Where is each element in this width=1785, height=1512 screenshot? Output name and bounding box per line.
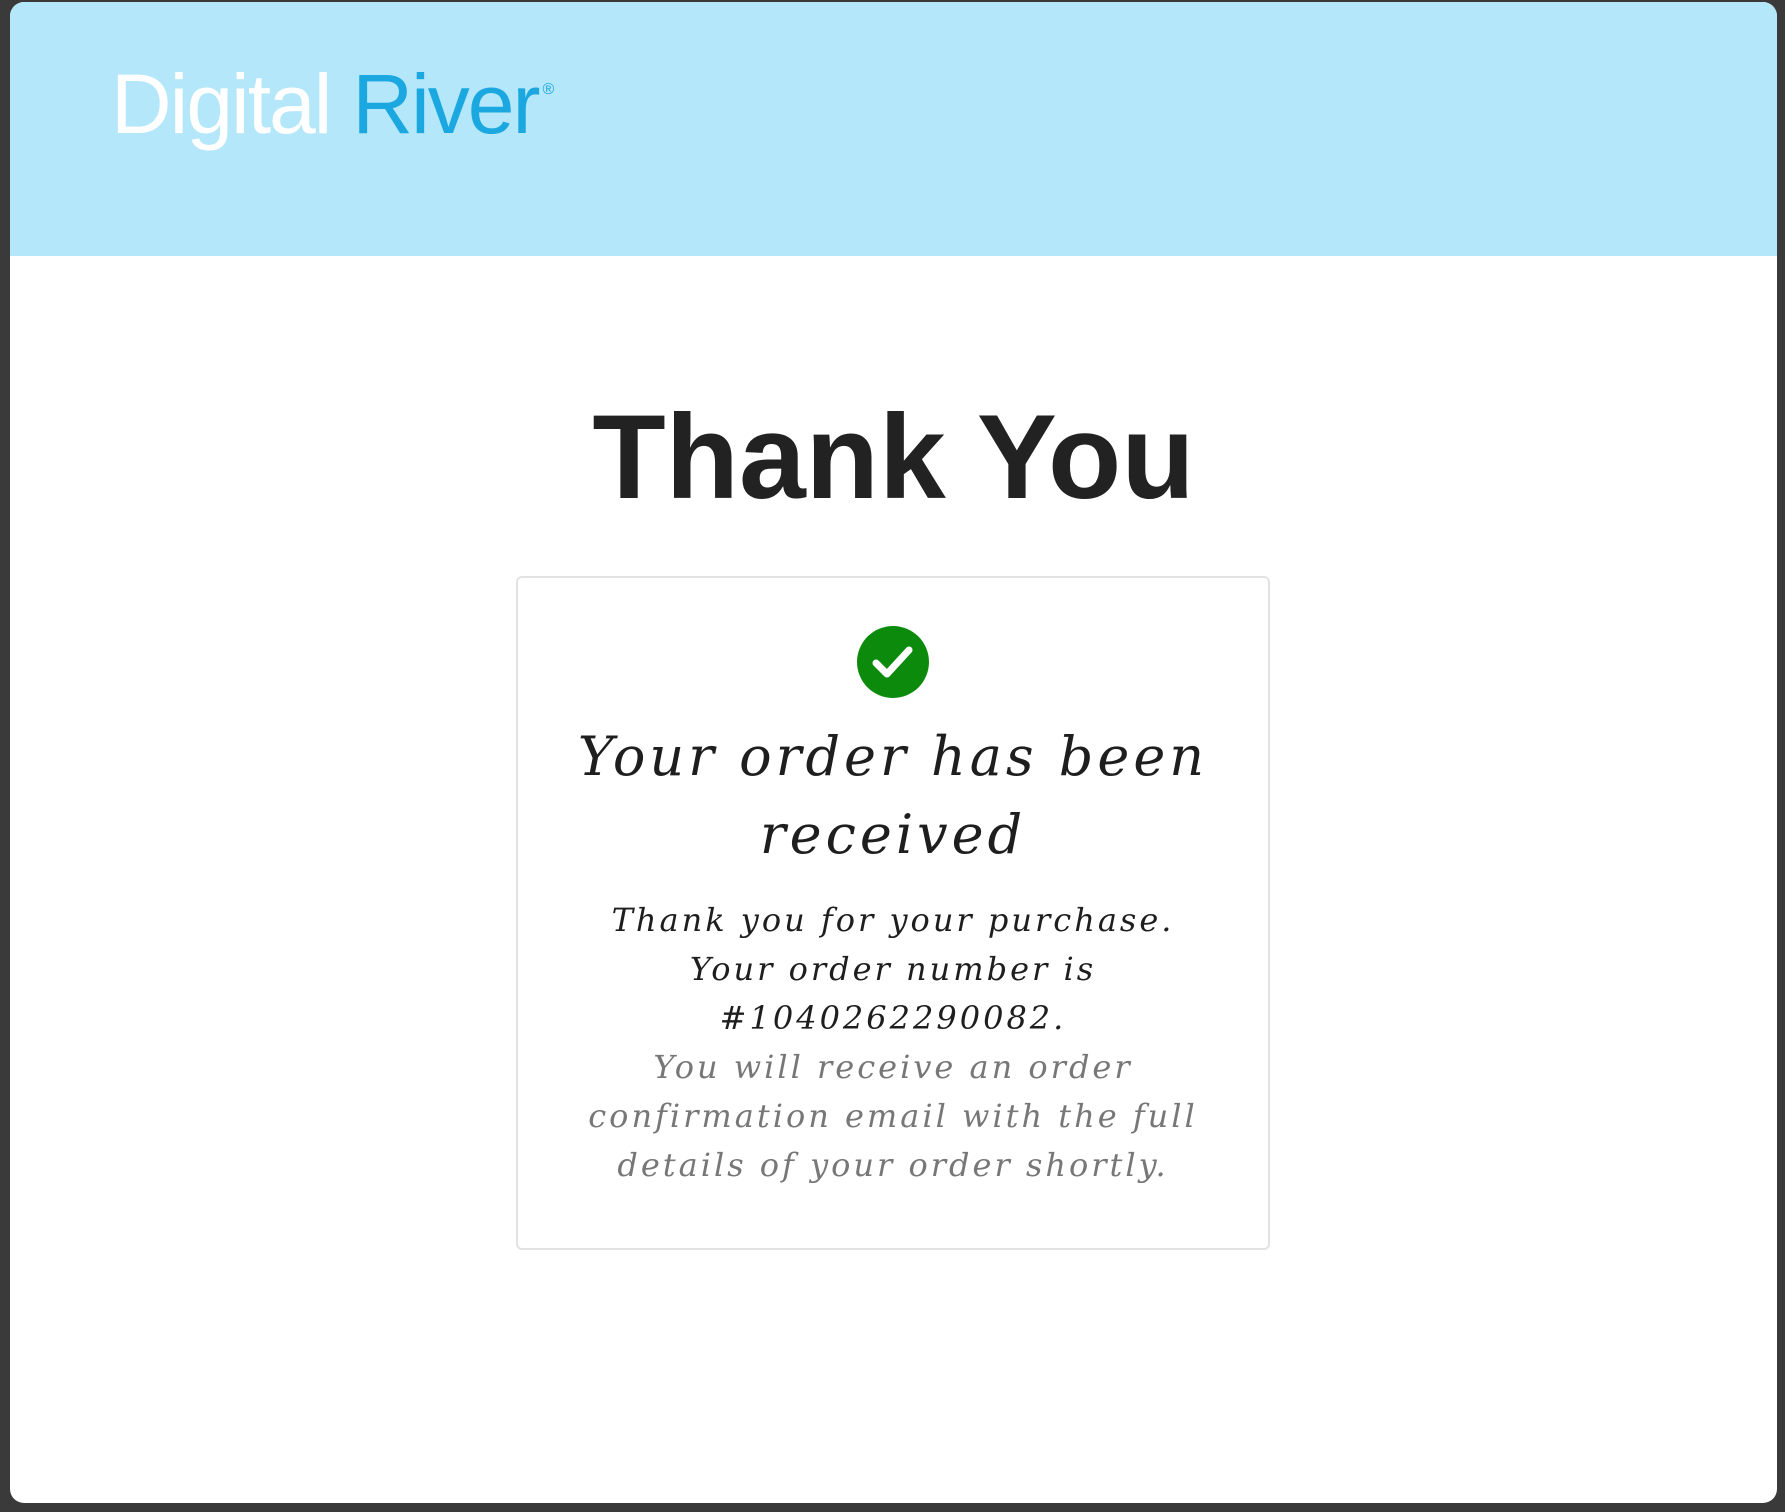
order-number: #1040262290082. (719, 999, 1067, 1037)
page-title: Thank You (592, 390, 1195, 524)
logo-text-digital: Digital (111, 57, 332, 151)
registered-mark: ® (542, 81, 555, 98)
check-circle-icon (857, 626, 929, 698)
thank-you-line: Thank you for your purchase. (611, 901, 1175, 939)
digital-river-logo: Digital River ® (111, 54, 554, 164)
order-number-label: Your order number is (689, 950, 1097, 988)
site-header: Digital River ® (10, 2, 1777, 256)
order-confirmation-card: Your order has been received Thank you f… (516, 576, 1270, 1250)
logo-text-river: River (352, 57, 540, 151)
browser-window: Digital River ® Thank You Your order has… (10, 2, 1777, 1503)
confirmation-heading: Your order has been received (577, 725, 1209, 866)
confirmation-email-note: You will receive an order confirmation e… (588, 1048, 1198, 1184)
confirmation-message: Thank you for your purchase. Your order … (558, 896, 1228, 1190)
